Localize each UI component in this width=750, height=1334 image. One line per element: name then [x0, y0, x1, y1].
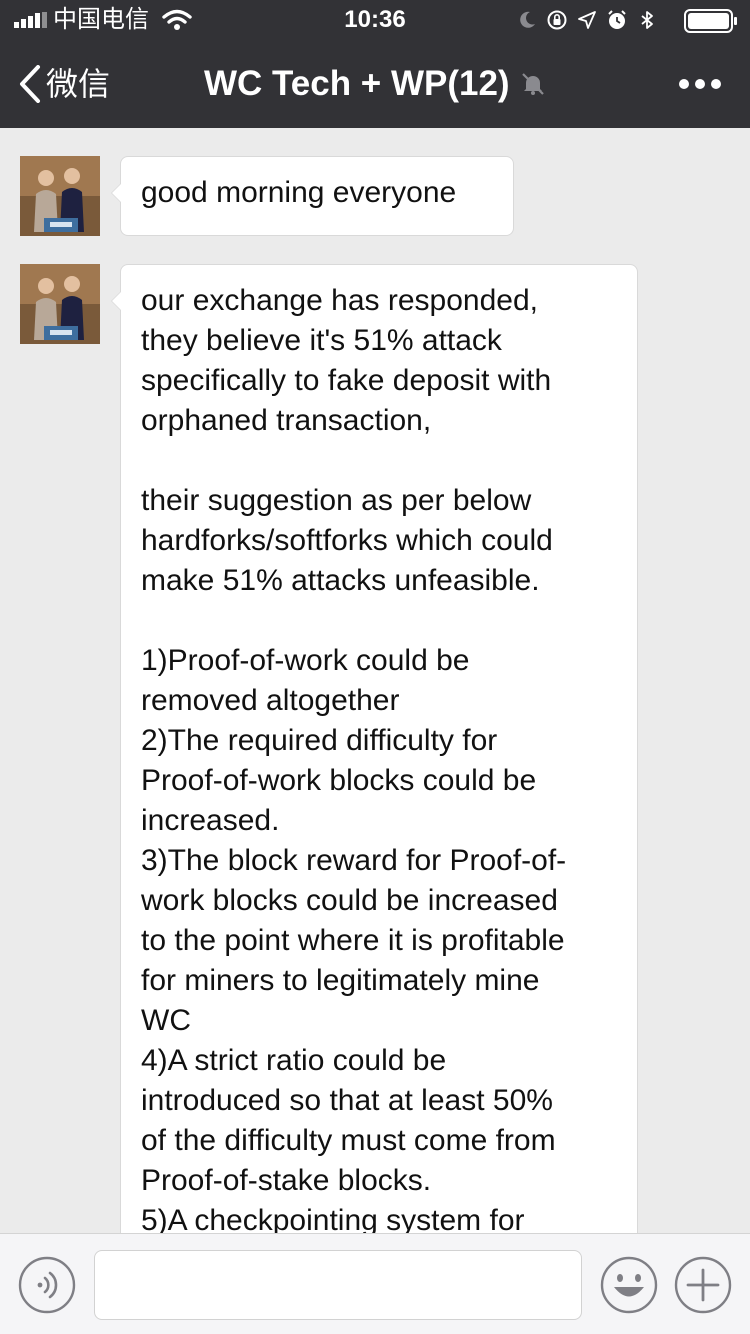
location-arrow-icon [578, 11, 596, 29]
battery-icon [684, 9, 737, 33]
message-bubble[interactable]: good morning everyone [111, 156, 514, 236]
chat-title: WC Tech + WP(12) [203, 64, 510, 103]
avatar-image [20, 156, 100, 236]
message-list[interactable]: good morning everyone our exchange has r… [0, 128, 750, 1233]
avatar[interactable] [20, 156, 100, 236]
avatar[interactable] [20, 264, 100, 344]
message-bubble[interactable]: our exchange has responded, they believe… [111, 264, 638, 1233]
alarm-icon [608, 10, 626, 29]
input-bar [0, 1233, 750, 1334]
message-input[interactable] [94, 1250, 582, 1320]
rotation-lock-icon [547, 10, 567, 30]
more-dots-icon[interactable] [676, 62, 724, 106]
status-icons [516, 8, 658, 32]
chat-title-area: WC Tech + WP(12) [0, 62, 750, 106]
voice-icon[interactable] [18, 1256, 76, 1314]
moon-icon [520, 11, 535, 28]
mute-bell-icon [522, 73, 544, 95]
nav-bar: 微信 WC Tech + WP(12) [0, 40, 750, 128]
status-bar: 中国电信 10:36 [0, 0, 750, 40]
bluetooth-icon [641, 11, 653, 29]
emoji-icon[interactable] [600, 1256, 658, 1314]
plus-icon[interactable] [674, 1256, 732, 1314]
avatar-image [20, 264, 100, 344]
top-bar: 中国电信 10:36 微信 WC Tech + WP(12) [0, 0, 750, 128]
